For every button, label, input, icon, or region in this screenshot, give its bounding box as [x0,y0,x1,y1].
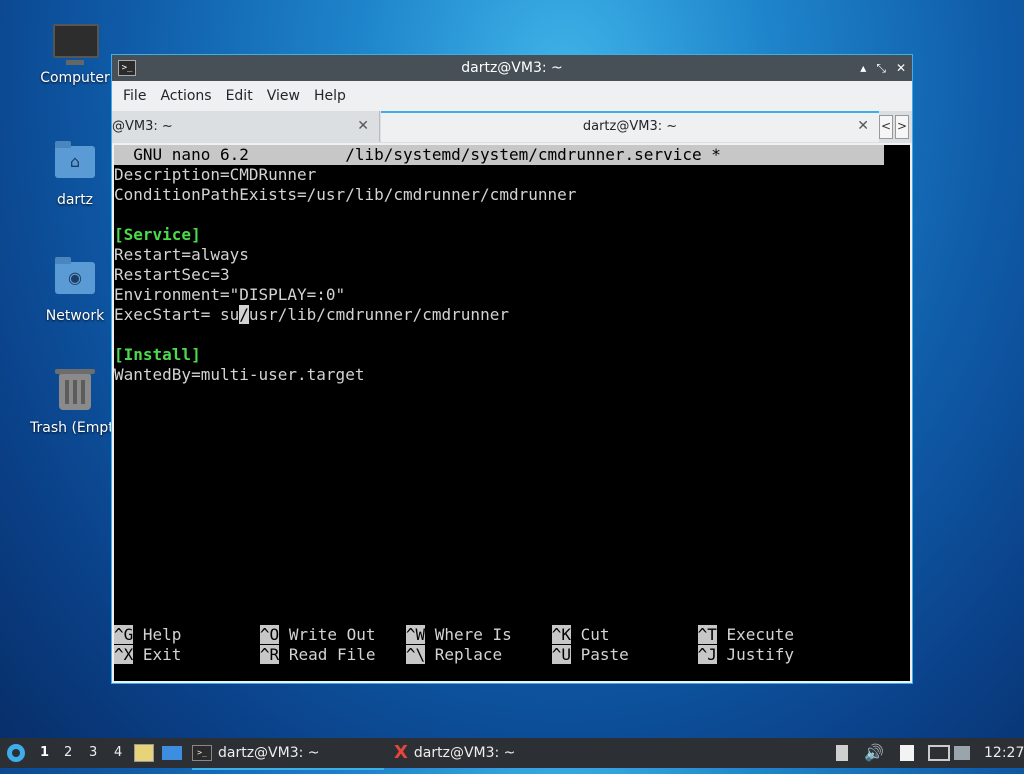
tab-label: dartz@VM3: ~ [582,119,678,134]
shortcut-key: ^U [551,645,571,664]
file-line: ConditionPathExists=/usr/lib/cmdrunner/c… [114,185,577,204]
desktop-icon-computer[interactable]: Computer [30,24,120,86]
show-desktop-icon[interactable] [162,738,182,768]
desktop-icon-label: Trash (Empty) [30,420,128,436]
file-line [114,205,910,225]
shortcut-key: ^J [697,645,717,664]
volume-icon[interactable]: 🔊 [864,738,884,768]
execstart-text: ExecStart= su [114,305,240,324]
start-menu-icon[interactable] [6,738,28,768]
tab-bar: @VM3: ~ ✕ dartz@VM3: ~ ✕ < > [112,111,912,143]
shortcut-key: ^W [405,625,426,644]
terminal-icon: >_ [192,745,212,761]
shortcut-label: Read File [288,645,376,664]
desktop-icon-network[interactable]: ◉ Network [30,257,120,324]
task-label: dartz@VM3: ~ [413,745,516,761]
x-app-icon: X [394,742,408,763]
nano-header: GNU nano 6.2 /lib/systemd/system/cmdrunn… [114,145,884,165]
tab-2-active[interactable]: dartz@VM3: ~ ✕ [381,111,879,142]
terminal-area[interactable]: GNU nano 6.2 /lib/systemd/system/cmdrunn… [114,145,910,681]
file-manager-launcher-icon[interactable] [134,738,154,768]
task-label: dartz@VM3: ~ [218,745,320,761]
menu-file[interactable]: File [116,88,153,104]
shortcut-key: ^R [259,645,280,664]
home-folder-icon: ⌂ [53,141,97,186]
execstart-text: usr/lib/cmdrunner/cmdrunner [248,305,509,324]
shortcut-label: Execute [726,625,794,644]
desktop-icon-label: dartz [56,192,94,208]
minimize-button[interactable]: ▴ [860,61,866,75]
taskbar: 1 2 3 4 >_ dartz@VM3: ~ Xdartz@VM3: ~ 🔊 1… [0,738,1024,770]
tab-next-button[interactable]: > [895,115,909,139]
notes-icon[interactable] [900,738,914,768]
menu-view[interactable]: View [260,88,307,104]
file-line-section: [Service] [114,225,201,244]
menu-actions[interactable]: Actions [153,88,218,104]
terminal-app-icon[interactable]: >_ [118,60,136,76]
network-folder-icon: ◉ [53,257,97,302]
restore-button[interactable]: ⤡ [876,61,886,76]
close-tab-icon[interactable]: ✕ [357,111,369,142]
shortcut-label: Justify [726,645,794,664]
shortcut-label: Paste [580,645,629,664]
menu-help[interactable]: Help [307,88,353,104]
text-cursor: / [239,305,249,324]
shortcut-label: Help [142,625,182,644]
menu-bar: File Actions Edit View Help [112,81,912,111]
menu-edit[interactable]: Edit [219,88,260,104]
shortcut-row: ^G Help ^O Write Out ^W Where Is ^K Cut ^T E… [114,625,794,645]
close-button[interactable]: ✕ [896,61,906,75]
file-line: Description=CMDRunner [114,165,317,184]
file-line [114,325,910,345]
file-line: RestartSec=3 [114,265,230,284]
workspace-2[interactable]: 2 [64,738,72,768]
trash-icon [53,369,97,414]
task-terminal[interactable]: >_ dartz@VM3: ~ [192,738,384,770]
shortcut-key: ^K [551,625,571,644]
window-titlebar[interactable]: >_ dartz@VM3: ~ ▴ ⤡ ✕ [112,55,912,81]
desktop-icon-label: Computer [40,70,110,86]
desktop-icon-label: Network [45,308,105,324]
shortcut-key: ^X [114,645,134,664]
shortcut-label: Write Out [288,625,376,644]
shortcut-label: Replace [434,645,503,664]
shortcut-key: ^T [697,625,717,644]
shortcut-row: ^X Exit ^R Read File ^\ Replace ^U Paste ^J … [114,645,794,665]
shortcut-key: ^G [114,625,134,644]
shortcut-label: Exit [142,645,182,664]
network-status-icon[interactable] [928,738,950,768]
shortcut-key: ^\ [405,645,426,664]
clock[interactable]: 12:27 [984,738,1024,768]
workspace-1[interactable]: 1 [40,738,49,768]
nano-shortcuts: ^G Help ^O Write Out ^W Where Is ^K Cut ^T E… [114,625,794,665]
close-tab-icon[interactable]: ✕ [857,113,869,140]
task-xterm[interactable]: Xdartz@VM3: ~ [394,738,594,768]
terminal-window: >_ dartz@VM3: ~ ▴ ⤡ ✕ File Actions Edit … [111,54,913,684]
tab-prev-button[interactable]: < [879,115,893,139]
file-line: Restart=always [114,245,249,264]
shortcut-label: Where Is [434,625,512,644]
workspace-3[interactable]: 3 [89,738,97,768]
workspace-4[interactable]: 4 [114,738,122,768]
desktop-icon-home[interactable]: ⌂ dartz [30,141,120,208]
desktop-icon-trash[interactable]: Trash (Empty) [30,369,128,436]
file-line: WantedBy=multi-user.target [114,365,365,384]
clipboard-icon[interactable] [836,738,848,768]
file-line: Environment="DISPLAY=:0" [114,285,346,304]
computer-icon [53,24,99,65]
updates-icon[interactable] [954,738,970,768]
shortcut-label: Cut [580,625,610,644]
file-line-section: [Install] [114,345,201,364]
window-title: dartz@VM3: ~ [461,60,563,76]
tab-label: @VM3: ~ [112,119,173,134]
shortcut-key: ^O [259,625,280,644]
file-line-execstart: ExecStart= su/usr/lib/cmdrunner/cmdrunne… [114,305,910,325]
tab-1[interactable]: @VM3: ~ ✕ [112,111,380,142]
